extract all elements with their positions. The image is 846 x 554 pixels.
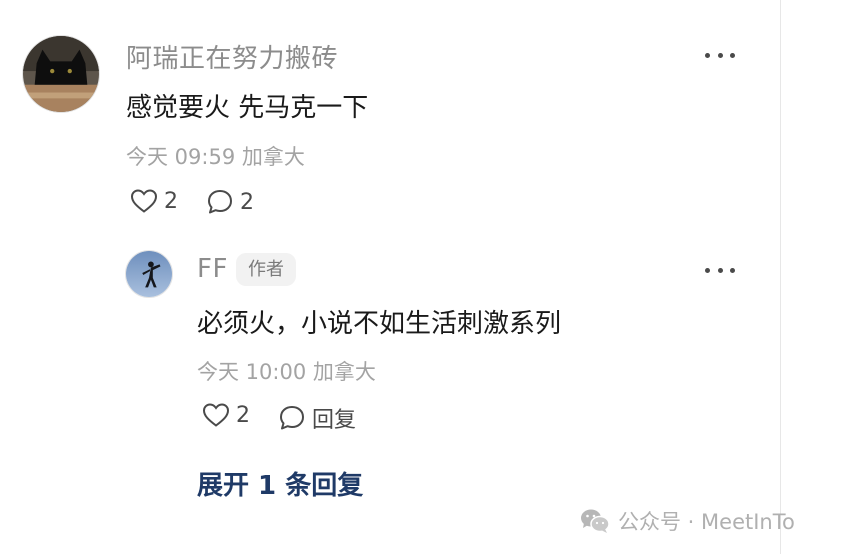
reply-meta: 今天 10:00 加拿大 <box>197 360 376 384</box>
watermark: 公众号 · MeetInTo <box>580 506 795 536</box>
like-button[interactable]: 2 <box>202 402 250 428</box>
heart-icon <box>130 189 158 213</box>
reply-text: 必须火，小说不如生活刺激系列 <box>197 309 562 339</box>
comment-bubble-icon <box>208 190 232 214</box>
heart-icon <box>202 403 230 427</box>
comment-button[interactable]: 2 <box>206 188 254 216</box>
comment-bubble-icon <box>280 406 304 430</box>
like-button[interactable]: 2 <box>130 188 178 214</box>
comment-thread: 阿瑞正在努力搬砖 感觉要火 先马克一下 今天 09:59 加拿大 2 2 FF … <box>0 0 846 554</box>
comment-text: 感觉要火 先马克一下 <box>126 93 369 123</box>
wechat-icon <box>581 509 610 533</box>
reply-label: 回复 <box>312 408 357 433</box>
reply-button[interactable]: 回复 <box>278 402 356 434</box>
black-cat-avatar-icon[interactable] <box>22 35 100 113</box>
silhouette-avatar-icon[interactable] <box>125 250 173 298</box>
more-options-icon[interactable] <box>705 49 735 61</box>
right-divider <box>780 0 781 554</box>
like-count: 2 <box>164 188 178 214</box>
comment-author-name[interactable]: 阿瑞正在努力搬砖 <box>126 38 338 75</box>
comment-meta: 今天 09:59 加拿大 <box>126 145 305 169</box>
more-options-icon[interactable] <box>705 264 735 276</box>
reply-author-name[interactable]: FF <box>197 254 228 284</box>
comment-count: 2 <box>240 189 254 215</box>
author-badge: 作者 <box>236 253 296 286</box>
watermark-text: 公众号 · MeetInTo <box>618 510 795 534</box>
expand-replies-link[interactable]: 展开 1 条回复 <box>197 465 363 502</box>
like-count: 2 <box>236 402 250 428</box>
